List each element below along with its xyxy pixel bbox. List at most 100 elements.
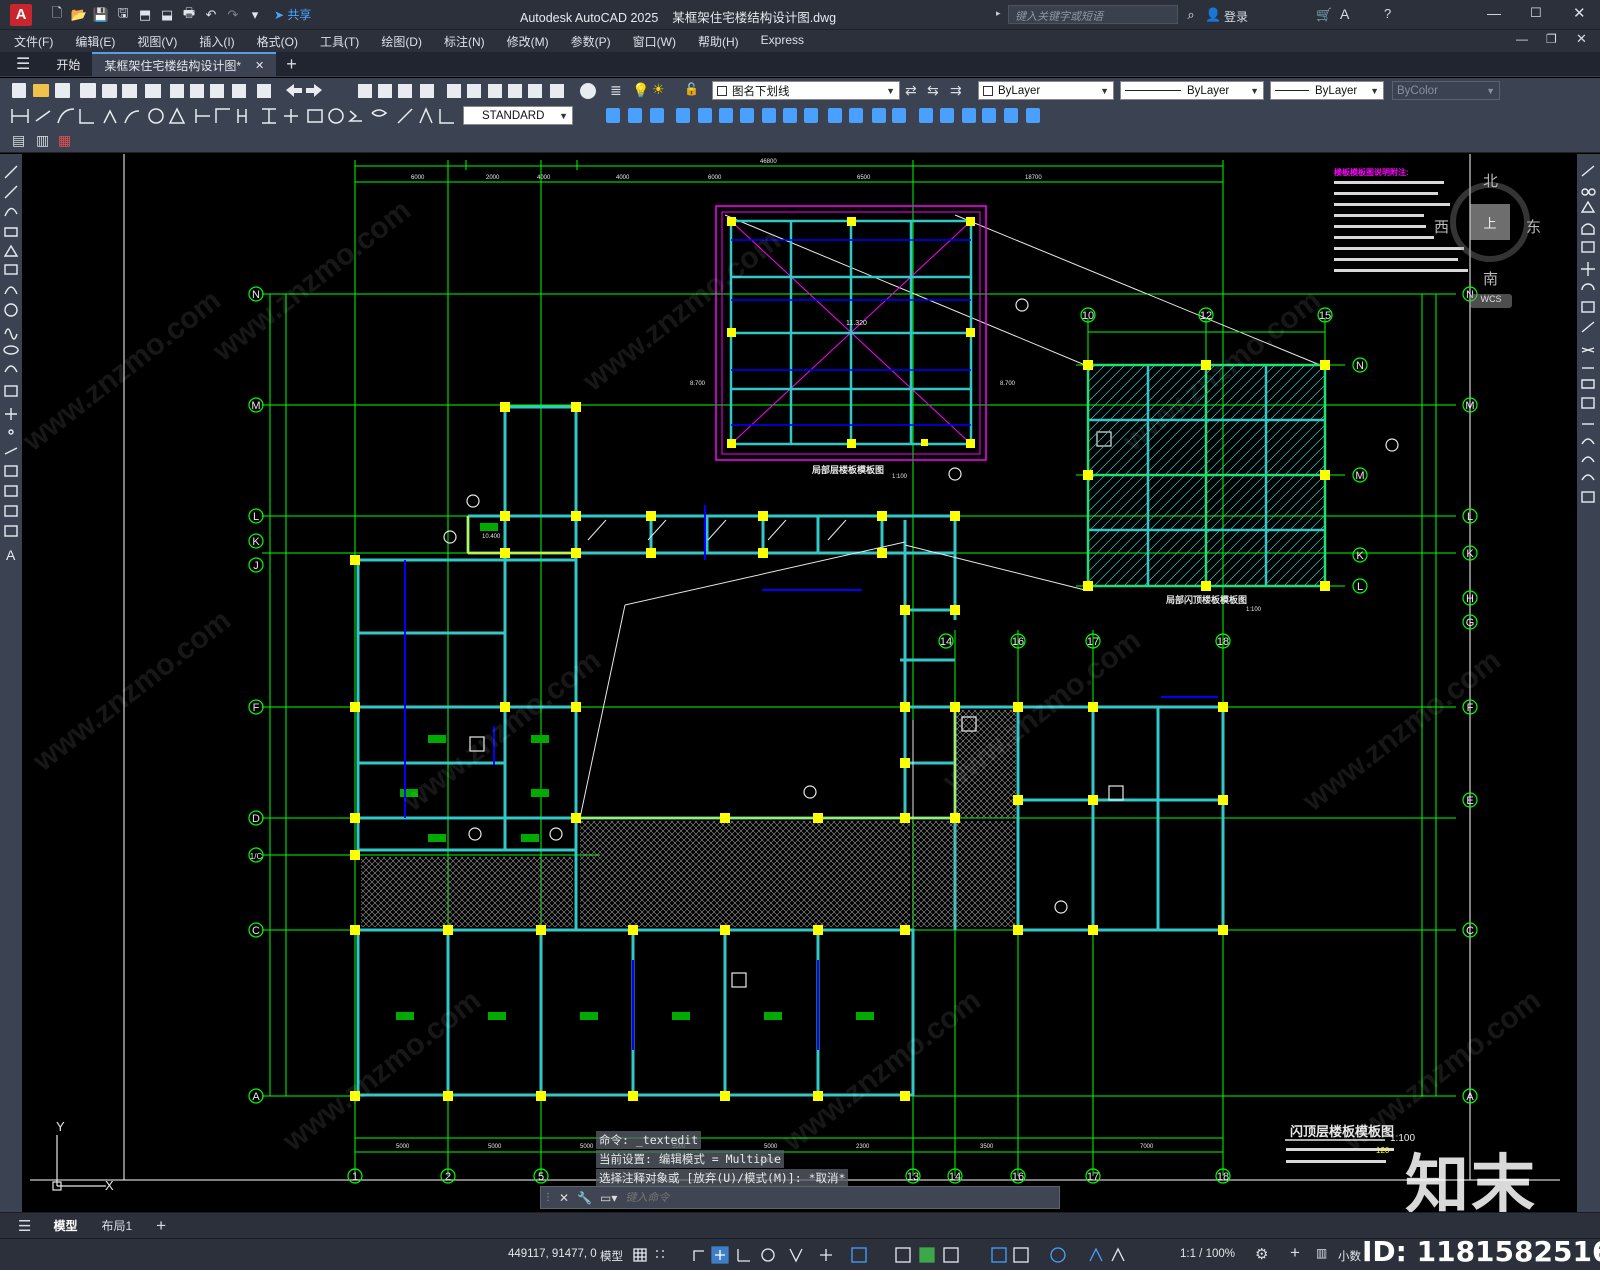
command-input[interactable] xyxy=(625,1191,1006,1204)
plotstyle-dropdown[interactable]: ByColor ▼ xyxy=(1392,81,1500,100)
doc-minimize-button[interactable]: — xyxy=(1516,32,1528,46)
color-dropdown[interactable]: ByLayer ▼ xyxy=(978,81,1114,100)
status-toggle-icons[interactable] xyxy=(630,1245,1190,1267)
layer-lock-icon[interactable]: 🔓 xyxy=(684,82,699,96)
annotation-scale[interactable]: 1:1 / 100% xyxy=(1180,1248,1235,1260)
undo-icon[interactable]: ↶ xyxy=(202,6,220,24)
new-tab-button[interactable]: + xyxy=(286,54,297,75)
viewcube-south[interactable]: 南 xyxy=(1483,268,1498,289)
tab-close-icon[interactable]: ✕ xyxy=(255,59,264,72)
close-button[interactable]: ✕ xyxy=(1573,4,1586,22)
viewcube-top-face[interactable]: 上 xyxy=(1470,204,1510,240)
drawing-canvas[interactable]: NMLKJFD1/CCANMLKHGFECA125131416171814161… xyxy=(22,154,1577,1212)
web-save-icon[interactable]: ⬓ xyxy=(158,6,176,24)
layer-on-icon[interactable]: 💡 xyxy=(632,82,649,99)
search-icon[interactable]: ⌕ xyxy=(1182,6,1200,24)
menu-file[interactable]: 文件(F) xyxy=(14,33,53,50)
user-icon[interactable]: 👤 xyxy=(1205,7,1221,23)
make-current-layer-icon[interactable]: ⇄ xyxy=(905,82,917,99)
viewcube-west[interactable]: 西 xyxy=(1434,216,1449,237)
menu-window[interactable]: 窗口(W) xyxy=(633,33,676,50)
help-icon[interactable]: ? xyxy=(1384,6,1391,21)
open-icon[interactable]: 📂 xyxy=(70,6,88,24)
cart-icon[interactable]: 🛒 xyxy=(1316,7,1332,23)
layer-previous-icon[interactable]: ⇆ xyxy=(927,82,939,99)
menu-express[interactable]: Express xyxy=(761,33,804,50)
web-open-icon[interactable]: ⬒ xyxy=(136,6,154,24)
block-editor-icon[interactable]: ▤ xyxy=(12,132,25,149)
menu-help[interactable]: 帮助(H) xyxy=(698,33,739,50)
color-dropdown-value: ByLayer xyxy=(998,84,1041,97)
axis-label-right: F xyxy=(1467,702,1474,714)
column xyxy=(646,511,656,521)
annotation-monitor-icon[interactable]: + xyxy=(1290,1243,1300,1263)
insert-block-icon[interactable]: ▥ xyxy=(36,132,49,149)
axis-label-left: M xyxy=(251,400,260,412)
plotstyle-dropdown-value: ByColor xyxy=(1397,84,1438,97)
dimension-text-top: 6000 xyxy=(411,175,425,181)
print-icon[interactable]: 🖶 xyxy=(180,5,198,24)
tab-layout1[interactable]: 布局1 xyxy=(101,1217,132,1234)
save-icon[interactable]: 💾 xyxy=(92,6,110,24)
standard-toolbar-icons[interactable] xyxy=(0,78,620,103)
layer-match-icon[interactable]: ⇉ xyxy=(950,82,962,99)
layer-dropdown[interactable]: 图名下划线 ▼ xyxy=(712,81,900,100)
model-space-button[interactable]: 模型 xyxy=(600,1248,623,1264)
units-dropdown[interactable]: 小数 xyxy=(1338,1248,1361,1264)
draw-toolbar-icons[interactable]: A xyxy=(0,160,22,580)
menu-modify[interactable]: 修改(M) xyxy=(507,33,549,50)
login-button[interactable]: 登录 xyxy=(1224,8,1248,25)
layer-properties-icon[interactable]: ≣ xyxy=(610,82,622,99)
tab-start[interactable]: 开始 xyxy=(44,52,92,77)
layout-menu-icon[interactable]: ☰ xyxy=(18,1217,31,1235)
viewcube-north[interactable]: 北 xyxy=(1483,170,1498,191)
menu-draw[interactable]: 绘图(D) xyxy=(381,33,422,50)
doc-close-button[interactable]: ✕ xyxy=(1576,31,1587,47)
tab-active-document[interactable]: 某框架住宅楼结构设计图* ✕ xyxy=(92,51,277,77)
menu-dimension[interactable]: 标注(N) xyxy=(444,33,485,50)
autodesk-app-icon[interactable]: A xyxy=(1340,6,1349,22)
add-layout-button[interactable]: + xyxy=(156,1216,166,1236)
coordinates-readout[interactable]: 449117, 91477, 0 xyxy=(508,1248,597,1260)
sub2-axis-label-top: 10 xyxy=(1082,310,1094,322)
menu-edit[interactable]: 编辑(E) xyxy=(75,33,115,50)
menu-tools[interactable]: 工具(T) xyxy=(320,33,359,50)
dimension-toolbar-icons[interactable] xyxy=(0,103,460,128)
units-icon[interactable]: ▥ xyxy=(1316,1246,1327,1260)
viewcube[interactable]: 上 北 南 西 东 WCS xyxy=(1432,170,1542,310)
menu-insert[interactable]: 插入(I) xyxy=(199,33,234,50)
command-customize-icon[interactable]: 🔧 xyxy=(577,1191,592,1205)
share-button[interactable]: ➤ 共享 xyxy=(274,6,311,23)
write-block-icon[interactable]: ▦ xyxy=(58,132,71,149)
doc-restore-button[interactable]: ❐ xyxy=(1546,32,1557,46)
sub2-axis-label-top: 12 xyxy=(1200,310,1212,322)
new-icon[interactable]: 🗋 xyxy=(48,5,66,24)
linetype-dropdown[interactable]: ByLayer ▼ xyxy=(1120,81,1264,100)
saveas-icon[interactable]: 🖫 xyxy=(114,5,132,24)
modify-toolbar-icons[interactable] xyxy=(576,103,1046,128)
svg-text:A: A xyxy=(6,547,16,563)
layer-thaw-icon[interactable]: ☀ xyxy=(652,81,665,98)
hamburger-menu-icon[interactable]: ☰ xyxy=(16,54,30,74)
command-grip-icon[interactable]: ⋮ xyxy=(543,1192,553,1203)
minimize-button[interactable]: — xyxy=(1487,5,1501,21)
maximize-button[interactable]: ☐ xyxy=(1530,5,1542,21)
quick-access-dropdown-icon[interactable]: ▾ xyxy=(246,6,264,24)
modify-side-icons[interactable] xyxy=(1577,162,1600,542)
workspace-gear-icon[interactable]: ⚙ xyxy=(1255,1245,1268,1263)
lineweight-dropdown[interactable]: ByLayer ▼ xyxy=(1270,81,1384,100)
help-search-input[interactable]: 键入关键字或短语 xyxy=(1008,5,1178,24)
menu-format[interactable]: 格式(O) xyxy=(257,33,298,50)
column xyxy=(500,511,510,521)
command-recent-icon[interactable]: ▭▾ xyxy=(600,1191,617,1205)
tab-model[interactable]: 模型 xyxy=(53,1217,77,1234)
app-logo[interactable]: A xyxy=(10,3,32,26)
menu-parametric[interactable]: 参数(P) xyxy=(571,33,611,50)
elevation-label-right: 8.700 xyxy=(1000,381,1016,387)
redo-icon[interactable]: ↷ xyxy=(224,6,242,24)
wcs-button[interactable]: WCS xyxy=(1470,294,1512,308)
text-style-dropdown[interactable]: STANDARD ▼ xyxy=(463,106,573,125)
command-close-icon[interactable]: ✕ xyxy=(559,1191,569,1205)
viewcube-east[interactable]: 东 xyxy=(1526,216,1541,237)
menu-view[interactable]: 视图(V) xyxy=(137,33,177,50)
